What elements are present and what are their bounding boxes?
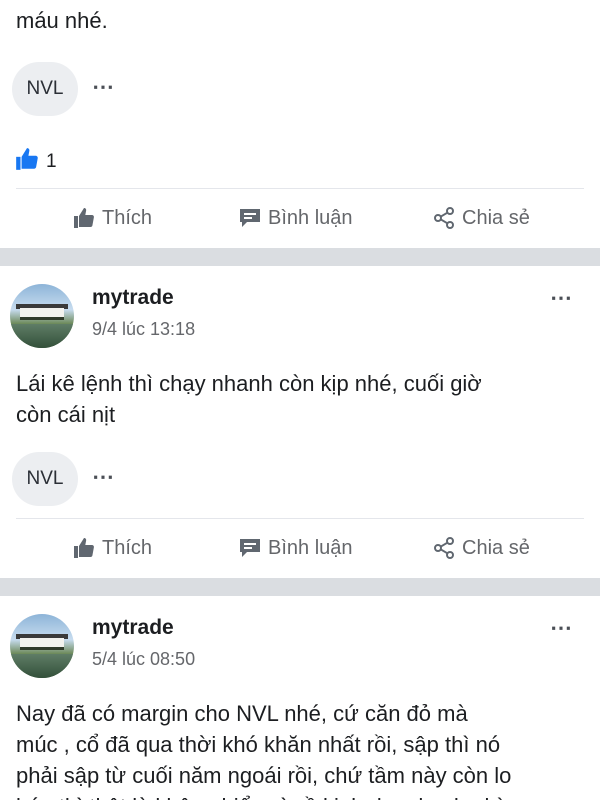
share-label: Chia sẻ (462, 536, 530, 559)
like-button[interactable]: Thích (72, 198, 152, 238)
comment-label: Bình luận (268, 536, 353, 559)
post-text: Nay đã có margin cho NVL nhé, cứ căn đỏ … (16, 698, 576, 800)
stock-tag-chip[interactable]: NVL (12, 62, 78, 116)
comment-icon (238, 537, 262, 559)
post-text-line: múc , cổ đã qua thời khó khăn nhất rồi, … (16, 732, 501, 757)
post-card: máu nhé. NVL ⋯ 1 Thích Bình luận Chia sẻ (0, 0, 600, 248)
comment-button[interactable]: Bình luận (238, 528, 353, 568)
comment-button[interactable]: Bình luận (238, 198, 353, 238)
post-text-line: bán thì thật là không hiểu gì về kinh do… (16, 791, 576, 800)
post-timestamp[interactable]: 9/4 lúc 13:18 (92, 319, 195, 340)
post-text: Lái kê lệnh thì chạy nhanh còn kịp nhé, … (16, 368, 576, 430)
post-card: mytrade 5/4 lúc 08:50 ⋯ Nay đã có margin… (0, 596, 600, 800)
post-actions-bar: Thích Bình luận Chia sẻ (0, 528, 600, 568)
like-reaction-icon (14, 146, 40, 177)
post-card: mytrade 9/4 lúc 13:18 ⋯ Lái kê lệnh thì … (0, 266, 600, 578)
avatar[interactable] (10, 284, 74, 348)
divider (16, 518, 584, 519)
post-separator (0, 248, 600, 266)
post-author[interactable]: mytrade (92, 286, 174, 310)
avatar[interactable] (10, 614, 74, 678)
comment-icon (238, 207, 262, 229)
more-options-icon[interactable]: ⋯ (550, 617, 573, 639)
post-text-line: máu nhé. (16, 8, 108, 33)
reaction-count: 1 (46, 150, 57, 172)
more-options-icon[interactable]: ⋯ (92, 466, 115, 488)
post-text-line: phải sập từ cuối năm ngoái rồi, chứ tầm … (16, 763, 512, 788)
post-text-line: Lái kê lệnh thì chạy nhanh còn kịp nhé, … (16, 371, 482, 396)
share-button[interactable]: Chia sẻ (432, 528, 530, 568)
like-button[interactable]: Thích (72, 528, 152, 568)
post-text-line: còn cái nịt (16, 402, 116, 427)
divider (16, 188, 584, 189)
post-timestamp[interactable]: 5/4 lúc 08:50 (92, 649, 195, 670)
thumbs-up-icon (72, 536, 96, 560)
more-options-icon[interactable]: ⋯ (550, 287, 573, 309)
post-actions-bar: Thích Bình luận Chia sẻ (0, 198, 600, 238)
like-label: Thích (102, 536, 153, 559)
share-label: Chia sẻ (462, 206, 530, 229)
stock-tag-chip[interactable]: NVL (12, 452, 78, 506)
thumbs-up-icon (72, 206, 96, 230)
post-text-line: Nay đã có margin cho NVL nhé, cứ căn đỏ … (16, 701, 468, 726)
like-label: Thích (102, 206, 153, 229)
post-text: máu nhé. (16, 0, 576, 36)
share-icon (432, 206, 456, 230)
reaction-summary[interactable]: 1 (14, 146, 57, 177)
comment-label: Bình luận (268, 206, 353, 229)
post-separator (0, 578, 600, 596)
post-author[interactable]: mytrade (92, 616, 174, 640)
share-icon (432, 536, 456, 560)
share-button[interactable]: Chia sẻ (432, 198, 530, 238)
more-options-icon[interactable]: ⋯ (92, 76, 115, 98)
